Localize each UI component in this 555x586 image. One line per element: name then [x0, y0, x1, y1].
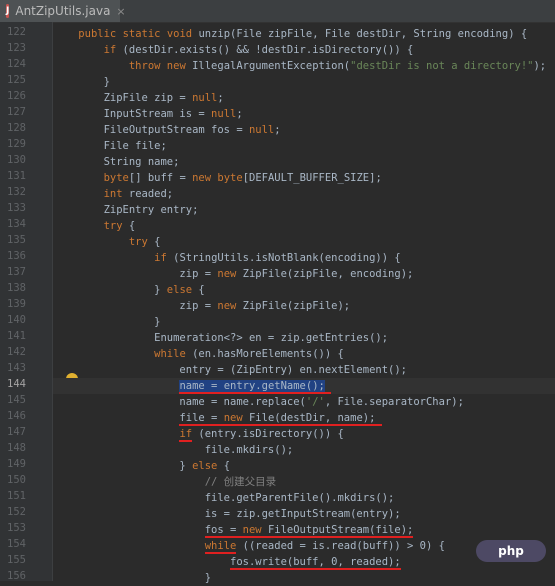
line-number: 136 [7, 250, 26, 262]
red-underline-annotation [229, 568, 401, 570]
code-line[interactable]: byte[] buff = new byte[DEFAULT_BUFFER_SI… [53, 170, 555, 186]
code-line[interactable]: zip = new ZipFile(zipFile); [53, 298, 555, 314]
code-line[interactable]: file.mkdirs(); [53, 442, 555, 458]
code-line[interactable]: ZipFile zip = null; [53, 90, 555, 106]
line-number: 142 [7, 346, 26, 358]
line-number: 154 [7, 538, 26, 550]
line-number: 135 [7, 234, 26, 246]
line-number: 147 [7, 426, 26, 438]
line-number: 149 [7, 458, 26, 470]
line-number: 126 [7, 90, 26, 102]
line-number: 134 [7, 218, 26, 230]
line-number: 138 [7, 282, 26, 294]
line-number: 128 [7, 122, 26, 134]
line-number: 141 [7, 330, 26, 342]
php-watermark: php [476, 540, 546, 562]
code-line[interactable]: while (en.hasMoreElements()) { [53, 346, 555, 362]
line-number: 133 [7, 202, 26, 214]
line-number: 143 [7, 362, 26, 374]
line-number: 152 [7, 506, 26, 518]
line-number: 148 [7, 442, 26, 454]
red-underline-annotation [179, 440, 193, 442]
line-number: 129 [7, 138, 26, 150]
code-line[interactable]: Enumeration<?> en = zip.getEntries(); [53, 330, 555, 346]
line-number: 155 [7, 554, 26, 566]
editor-tab-bar: J AntZipUtils.java × [0, 0, 555, 23]
code-line[interactable]: } else { [53, 458, 555, 474]
code-line[interactable]: } [53, 570, 555, 586]
code-line[interactable]: file.getParentFile().mkdirs(); [53, 490, 555, 506]
line-number: 123 [7, 42, 26, 54]
red-underline-annotation [204, 552, 237, 554]
code-line[interactable]: entry = (ZipEntry) en.nextElement(); [53, 362, 555, 378]
red-underline-annotation [179, 424, 382, 426]
code-line[interactable]: String name; [53, 154, 555, 170]
code-line[interactable]: FileOutputStream fos = null; [53, 122, 555, 138]
line-number: 139 [7, 298, 26, 310]
code-line[interactable]: if (entry.isDirectory()) { [53, 426, 555, 442]
java-file-icon: J [6, 4, 10, 18]
line-number: 153 [7, 522, 26, 534]
line-number-gutter[interactable]: 122 123 124 125 126 127 128 129 130 131 132 133 134 1… [0, 22, 53, 582]
line-number: 144 [7, 378, 26, 390]
code-line[interactable]: throw new IllegalArgumentException("dest… [53, 58, 555, 74]
tab-antziputils-java[interactable]: J AntZipUtils.java × [0, 0, 126, 22]
code-line[interactable]: // 创建父目录 [53, 474, 555, 490]
code-line[interactable]: try { [53, 218, 555, 234]
line-number: 151 [7, 490, 26, 502]
code-line[interactable]: if (destDir.exists() && !destDir.isDirec… [53, 42, 555, 58]
code-line[interactable]: if (StringUtils.isNotBlank(encoding)) { [53, 250, 555, 266]
code-line[interactable]: } [53, 314, 555, 330]
line-number: 150 [7, 474, 26, 486]
tab-label: AntZipUtils.java [15, 4, 111, 18]
close-tab-icon[interactable]: × [116, 5, 125, 18]
line-number: 124 [7, 58, 26, 70]
line-number: 146 [7, 410, 26, 422]
code-line[interactable]: InputStream is = null; [53, 106, 555, 122]
code-line[interactable]: } [53, 74, 555, 90]
red-underline-annotation [179, 392, 332, 394]
line-number: 122 [7, 26, 26, 38]
code-line[interactable]: try { [53, 234, 555, 250]
line-number: 127 [7, 106, 26, 118]
code-line[interactable]: File file; [53, 138, 555, 154]
line-number: 137 [7, 266, 26, 278]
line-number: 130 [7, 154, 26, 166]
code-line[interactable]: is = zip.getInputStream(entry); [53, 506, 555, 522]
code-line[interactable]: } else { [53, 282, 555, 298]
code-line[interactable]: zip = new ZipFile(zipFile, encoding); [53, 266, 555, 282]
code-line[interactable]: name = name.replace('/', File.separatorC… [53, 394, 555, 410]
code-line[interactable]: ZipEntry entry; [53, 202, 555, 218]
red-underline-annotation [204, 536, 414, 538]
code-line[interactable]: int readed; [53, 186, 555, 202]
line-number: 145 [7, 394, 26, 406]
code-line[interactable]: public static void unzip(File zipFile, F… [53, 26, 555, 42]
line-number: 131 [7, 170, 26, 182]
line-number: 140 [7, 314, 26, 326]
code-editor[interactable]: public static void unzip(File zipFile, F… [53, 22, 555, 584]
line-number: 125 [7, 74, 26, 86]
line-number: 156 [7, 570, 26, 582]
line-number: 132 [7, 186, 26, 198]
